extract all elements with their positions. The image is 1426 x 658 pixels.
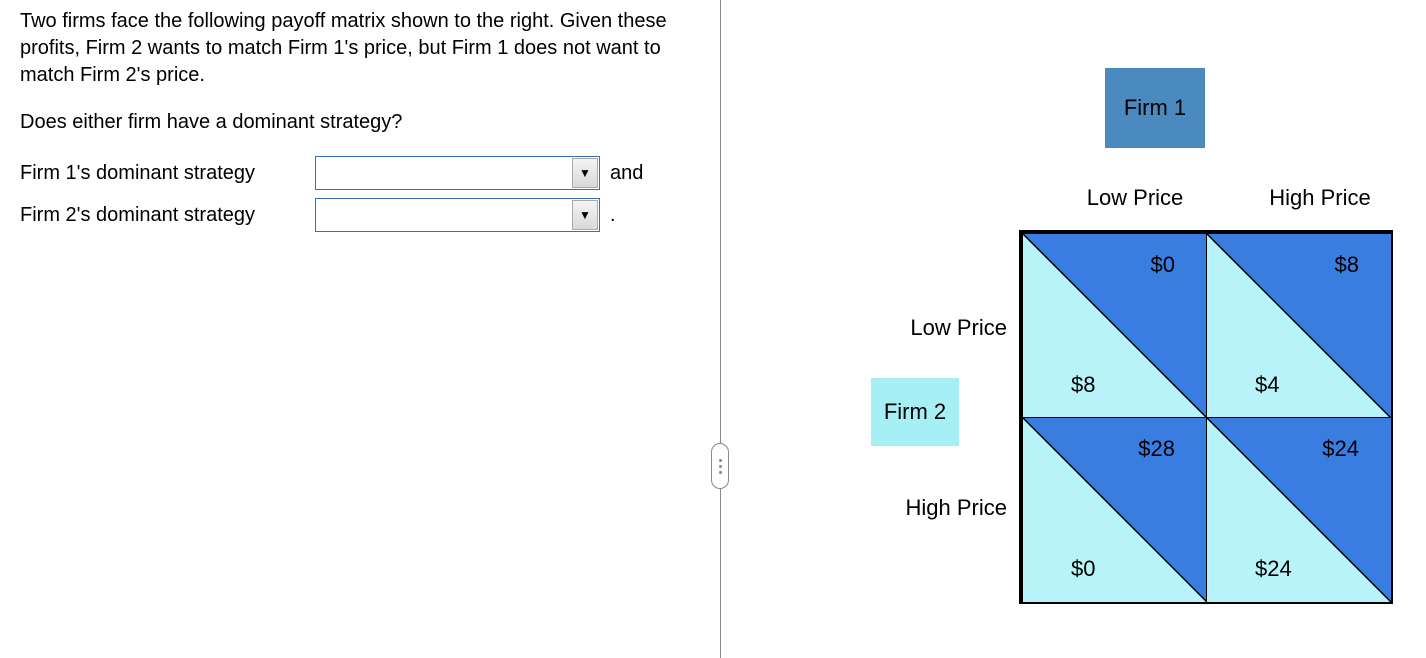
firm2-label: Firm 2 [884,399,946,425]
firm1-payoff: $0 [1151,252,1175,278]
answer-row-firm1: Firm 1's dominant strategy ▼ and [20,156,690,190]
question-para-1: Two firms face the following payoff matr… [20,8,690,89]
pane-divider [720,0,721,658]
cell-low-high: $8 $4 [1206,233,1390,417]
cell-split-icon [1207,418,1391,602]
firm2-payoff: $4 [1255,372,1279,398]
chevron-down-icon: ▼ [572,200,598,230]
firm1-payoff: $24 [1322,436,1359,462]
row1-suffix: and [610,162,643,185]
answer-row-firm2: Firm 2's dominant strategy ▼ . [20,198,690,232]
cell-high-low: $28 $0 [1022,417,1206,601]
firm1-strategy-select[interactable]: ▼ [315,156,600,190]
payoff-matrix: $0 $8 $8 $4 $28 $0 [1019,230,1393,604]
row2-suffix: . [610,204,616,227]
firm1-payoff: $28 [1138,436,1175,462]
question-pane: Two firms face the following payoff matr… [20,8,690,240]
firm2-strategy-label: Firm 2's dominant strategy [20,204,315,227]
cell-split-icon [1023,234,1207,418]
row-header-low-price: Low Price [877,315,1007,341]
cell-high-high: $24 $24 [1206,417,1390,601]
chevron-down-icon: ▼ [572,158,598,188]
firm1-strategy-label: Firm 1's dominant strategy [20,162,315,185]
row-header-high-price: High Price [877,495,1007,521]
firm2-payoff: $0 [1071,556,1095,582]
firm2-payoff: $24 [1255,556,1292,582]
cell-low-low: $0 $8 [1022,233,1206,417]
firm2-strategy-select[interactable]: ▼ [315,198,600,232]
col-header-high-price: High Price [1230,185,1410,211]
firm1-header-box: Firm 1 [1105,68,1205,148]
payoff-matrix-pane: Firm 1 Low Price High Price Firm 2 Low P… [760,0,1420,658]
col-header-low-price: Low Price [1045,185,1225,211]
cell-split-icon [1023,418,1207,602]
firm2-payoff: $8 [1071,372,1095,398]
firm2-header-box: Firm 2 [871,378,959,446]
question-para-2: Does either firm have a dominant strateg… [20,109,690,136]
firm1-label: Firm 1 [1124,95,1186,121]
pane-resize-handle[interactable] [711,443,729,489]
cell-split-icon [1207,234,1391,418]
firm1-payoff: $8 [1335,252,1359,278]
